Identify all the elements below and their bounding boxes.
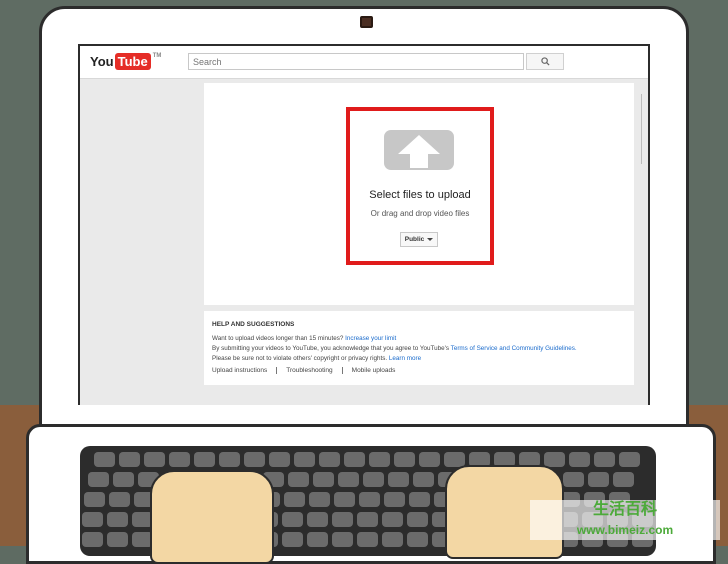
scrollbar-track[interactable] <box>641 94 644 164</box>
key[interactable] <box>332 532 353 547</box>
help-line-terms: By submitting your videos to YouTube, yo… <box>212 345 577 352</box>
youtube-masthead: You Tube TM <box>80 46 648 79</box>
watermark: 生活百科 www.bimeiz.com <box>530 500 720 540</box>
logo-tm: TM <box>152 53 162 59</box>
key[interactable] <box>419 452 440 467</box>
key[interactable] <box>244 452 265 467</box>
key[interactable] <box>194 452 215 467</box>
key[interactable] <box>282 532 303 547</box>
help-heading: HELP AND SUGGESTIONS <box>212 321 295 328</box>
key[interactable] <box>82 512 103 527</box>
key[interactable] <box>82 532 103 547</box>
key[interactable] <box>384 492 405 507</box>
learn-more-link[interactable]: Learn more <box>389 355 421 362</box>
key[interactable] <box>288 472 309 487</box>
key[interactable] <box>219 452 240 467</box>
key[interactable] <box>88 472 109 487</box>
left-hand <box>150 470 274 564</box>
logo-you: You <box>90 54 114 69</box>
help-line-text: Want to upload videos longer than 15 min… <box>212 335 344 342</box>
logo-tube: Tube <box>114 53 151 70</box>
help-links: Upload instructions Troubleshooting Mobi… <box>212 367 404 374</box>
key[interactable] <box>344 452 365 467</box>
key[interactable] <box>334 492 355 507</box>
help-line-limit: Want to upload videos longer than 15 min… <box>212 335 396 342</box>
key[interactable] <box>113 472 134 487</box>
watermark-url: www.bimeiz.com <box>576 523 674 537</box>
search-button[interactable] <box>526 53 564 70</box>
key[interactable] <box>319 452 340 467</box>
key[interactable] <box>357 532 378 547</box>
help-line-text: By submitting your videos to YouTube, yo… <box>212 345 450 352</box>
troubleshooting-link[interactable]: Troubleshooting <box>276 367 341 374</box>
key[interactable] <box>307 532 328 547</box>
key[interactable] <box>282 512 303 527</box>
key[interactable] <box>107 512 128 527</box>
key[interactable] <box>382 532 403 547</box>
key[interactable] <box>619 452 640 467</box>
key[interactable] <box>407 512 428 527</box>
key[interactable] <box>119 452 140 467</box>
key[interactable] <box>338 472 359 487</box>
key[interactable] <box>107 532 128 547</box>
key[interactable] <box>363 472 384 487</box>
key[interactable] <box>144 452 165 467</box>
key[interactable] <box>84 492 105 507</box>
key[interactable] <box>394 452 415 467</box>
key[interactable] <box>594 452 615 467</box>
webcam-icon <box>360 16 373 28</box>
key[interactable] <box>588 472 609 487</box>
watermark-cn: 生活百科 <box>592 501 657 518</box>
terms-link[interactable]: Terms of Service and Community Guideline… <box>451 345 577 352</box>
key[interactable] <box>313 472 334 487</box>
upload-instructions-link[interactable]: Upload instructions <box>212 367 276 374</box>
key[interactable] <box>369 452 390 467</box>
key[interactable] <box>413 472 434 487</box>
key[interactable] <box>284 492 305 507</box>
key[interactable] <box>444 452 465 467</box>
key[interactable] <box>388 472 409 487</box>
search-icon <box>540 57 550 66</box>
key[interactable] <box>359 492 380 507</box>
key[interactable] <box>109 492 130 507</box>
mobile-uploads-link[interactable]: Mobile uploads <box>341 367 405 374</box>
key[interactable] <box>613 472 634 487</box>
key-row <box>94 452 640 467</box>
key[interactable] <box>357 512 378 527</box>
key[interactable] <box>407 532 428 547</box>
upload-panel: Select files to upload Or drag and drop … <box>204 83 634 305</box>
highlight-box <box>346 107 494 265</box>
key[interactable] <box>269 452 290 467</box>
laptop-screen: You Tube TM Select files to upload Or dr… <box>78 44 650 405</box>
help-panel: HELP AND SUGGESTIONS Want to upload vide… <box>204 311 634 385</box>
key[interactable] <box>332 512 353 527</box>
key[interactable] <box>544 452 565 467</box>
increase-limit-link[interactable]: Increase your limit <box>345 335 396 342</box>
key[interactable] <box>382 512 403 527</box>
key[interactable] <box>309 492 330 507</box>
key[interactable] <box>307 512 328 527</box>
help-line-text: Please be sure not to violate others' co… <box>212 355 388 362</box>
key[interactable] <box>294 452 315 467</box>
key[interactable] <box>409 492 430 507</box>
key[interactable] <box>569 452 590 467</box>
help-line-copyright: Please be sure not to violate others' co… <box>212 355 421 362</box>
key[interactable] <box>94 452 115 467</box>
key[interactable] <box>169 452 190 467</box>
youtube-logo[interactable]: You Tube TM <box>90 53 161 70</box>
search-input[interactable] <box>188 53 524 70</box>
key[interactable] <box>563 472 584 487</box>
